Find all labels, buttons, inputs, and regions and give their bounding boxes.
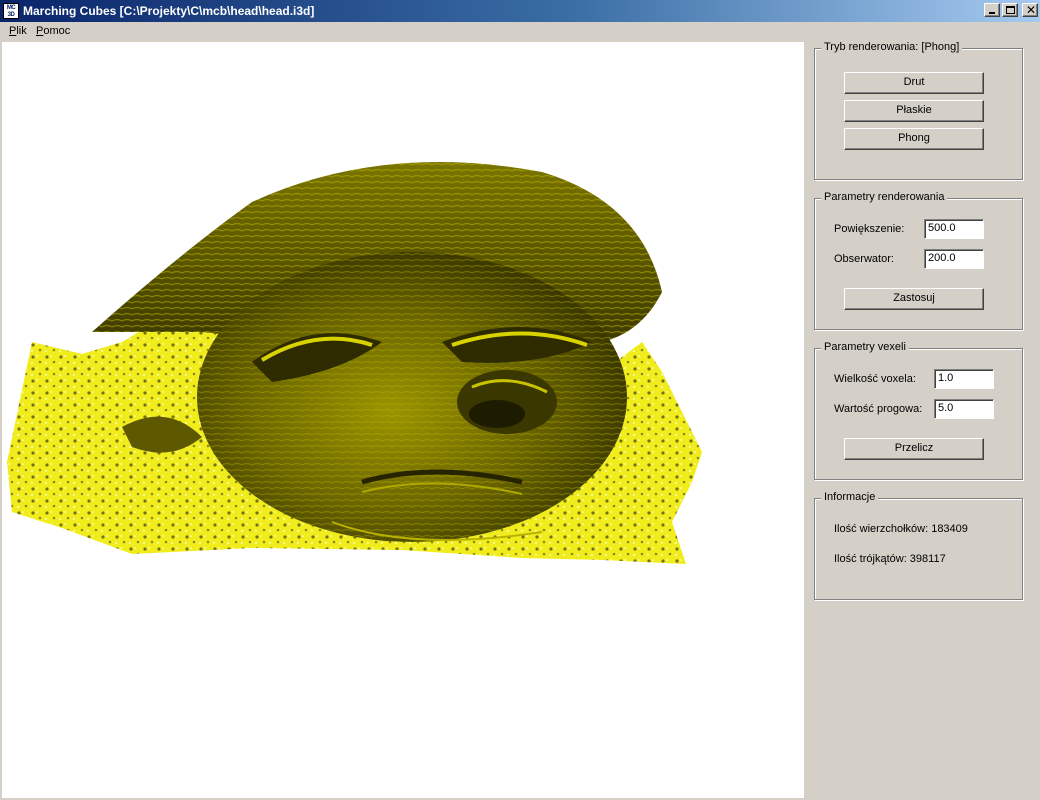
zoom-label: Powiększenie: <box>834 223 905 235</box>
close-icon: ✕ <box>1026 3 1037 17</box>
voxel-params-group: Parametry vexeli Wielkość voxela: 1.0 Wa… <box>814 341 1023 480</box>
render-mode-group: Tryb renderowania: [Phong] Drut Płaskie … <box>814 41 1023 180</box>
zoom-input[interactable]: 500.0 <box>924 219 984 239</box>
minimize-button[interactable] <box>984 3 1000 17</box>
close-button[interactable]: ✕ <box>1022 3 1038 17</box>
info-group: Informacje Ilość wierzchołków: 183409 Il… <box>814 491 1023 600</box>
app-icon[interactable]: MC 3D <box>3 3 19 19</box>
window-title: Marching Cubes [C:\Projekty\C\mcb\head\h… <box>23 4 315 18</box>
wireframe-button[interactable]: Drut <box>844 72 984 94</box>
voxel-size-label: Wielkość voxela: <box>834 373 916 385</box>
render-mode-title: Tryb renderowania: [Phong] <box>821 41 963 53</box>
triangle-count: Ilość trójkątów: 398117 <box>834 553 946 565</box>
threshold-label: Wartość progowa: <box>834 403 923 415</box>
threshold-input[interactable]: 5.0 <box>934 399 994 419</box>
rendered-head-mesh <box>7 162 702 564</box>
info-title: Informacje <box>821 491 879 503</box>
phong-button[interactable]: Phong <box>844 128 984 150</box>
render-params-group: Parametry renderowania Powiększenie: 500… <box>814 191 1023 330</box>
flat-button[interactable]: Płaskie <box>844 100 984 122</box>
title-bar: MC 3D Marching Cubes [C:\Projekty\C\mcb\h… <box>0 0 1040 22</box>
minimize-icon <box>989 12 995 14</box>
vertex-count: Ilość wierzchołków: 183409 <box>834 523 968 535</box>
menu-bar: Plik Pomoc <box>0 22 1040 41</box>
apply-button[interactable]: Zastosuj <box>844 288 984 310</box>
render-viewport[interactable] <box>2 42 804 798</box>
render-params-title: Parametry renderowania <box>821 191 948 203</box>
window-controls: ✕ <box>984 3 1038 17</box>
maximize-button[interactable] <box>1002 3 1018 17</box>
voxel-size-input[interactable]: 1.0 <box>934 369 994 389</box>
recalculate-button[interactable]: Przelicz <box>844 438 984 460</box>
menu-plik[interactable]: Plik <box>9 25 27 37</box>
maximize-icon <box>1006 6 1015 14</box>
observer-input[interactable]: 200.0 <box>924 249 984 269</box>
observer-label: Obserwator: <box>834 253 894 265</box>
voxel-params-title: Parametry vexeli <box>821 341 909 353</box>
menu-pomoc[interactable]: Pomoc <box>36 25 70 37</box>
